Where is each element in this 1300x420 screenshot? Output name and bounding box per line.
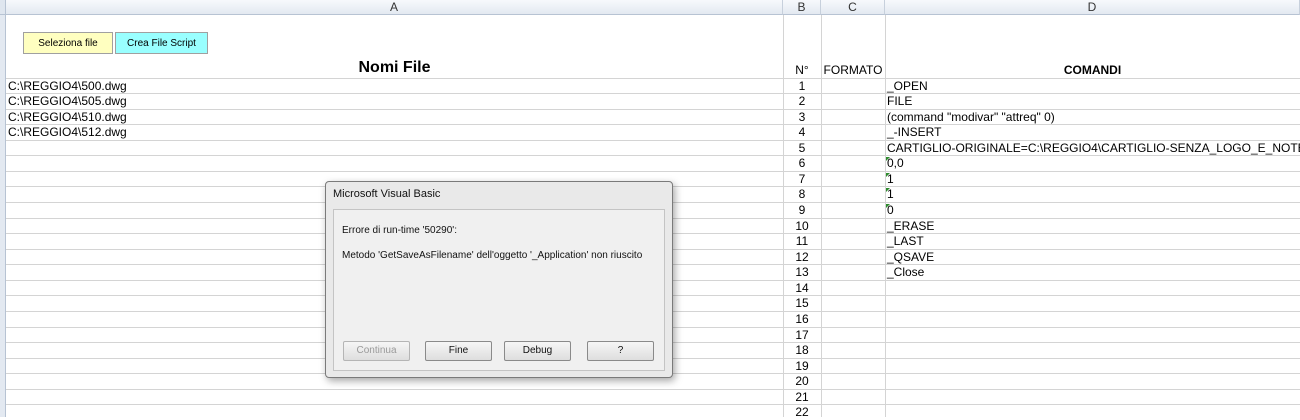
row-number-cell[interactable]: 14	[783, 281, 821, 296]
debug-button[interactable]: Debug	[504, 341, 571, 361]
text-number-marker-icon	[886, 188, 890, 192]
row-number-cell[interactable]: 8	[783, 187, 821, 202]
row-number-cell[interactable]: 3	[783, 110, 821, 125]
row-number-cell[interactable]: 10	[783, 219, 821, 234]
command-cell[interactable]: CARTIGLIO-ORIGINALE=C:\REGGIO4\CARTIGLIO…	[887, 141, 1300, 156]
command-cell[interactable]: (command "modivar" "attreq" 0)	[887, 110, 1055, 125]
row-header[interactable]	[0, 140, 6, 155]
row-header[interactable]	[0, 264, 6, 280]
command-cell[interactable]: _-INSERT	[887, 125, 941, 140]
dialog-error-message: Metodo 'GetSaveAsFilename' dell'oggetto …	[342, 250, 643, 261]
select-files-button[interactable]: Seleziona file	[23, 32, 113, 54]
nomi-file-header: Nomi File	[358, 59, 431, 76]
row-number-cell[interactable]: 13	[783, 265, 821, 280]
row-header[interactable]	[0, 93, 6, 109]
formato-header: FORMATO	[823, 63, 883, 77]
column-header-b[interactable]: B	[783, 0, 821, 15]
command-cell[interactable]: _ERASE	[887, 219, 934, 234]
file-cell[interactable]: C:\REGGIO4\505.dwg	[8, 94, 127, 109]
row-header[interactable]	[0, 155, 6, 171]
vba-error-dialog: Microsoft Visual Basic Errore di run-tim…	[325, 181, 673, 378]
row-header[interactable]	[0, 404, 6, 417]
row-number-cell[interactable]: 16	[783, 312, 821, 327]
row-number-cell[interactable]: 21	[783, 390, 821, 405]
command-cell[interactable]: _OPEN	[887, 79, 928, 94]
file-cell[interactable]: C:\REGGIO4\512.dwg	[8, 125, 127, 140]
row-header[interactable]	[0, 249, 6, 264]
file-cell[interactable]: C:\REGGIO4\500.dwg	[8, 79, 127, 94]
continue-button[interactable]: Continua	[343, 341, 410, 361]
row-gridline	[6, 109, 1300, 110]
comandi-header: COMANDI	[1063, 63, 1122, 77]
text-number-marker-icon	[886, 157, 890, 161]
row-number-cell[interactable]: 22	[783, 405, 821, 420]
row-number-cell[interactable]: 11	[783, 234, 821, 249]
row-number-cell[interactable]: 1	[783, 79, 821, 94]
column-header-d[interactable]: D	[885, 0, 1300, 15]
create-script-button[interactable]: Crea File Script	[115, 32, 208, 54]
row-header[interactable]	[0, 218, 6, 233]
dialog-body: Errore di run-time '50290': Metodo 'GetS…	[333, 209, 665, 371]
row-header[interactable]	[0, 327, 6, 342]
text-number-marker-icon	[886, 173, 890, 177]
row-number-cell[interactable]: 20	[783, 374, 821, 389]
n-header: N°	[795, 63, 809, 77]
command-cell[interactable]: _QSAVE	[887, 250, 934, 265]
row-number-cell[interactable]: 4	[783, 125, 821, 140]
command-cell[interactable]: _Close	[887, 265, 924, 280]
row-header[interactable]	[0, 233, 6, 249]
file-cell[interactable]: C:\REGGIO4\510.dwg	[8, 110, 127, 125]
row-header[interactable]	[0, 373, 6, 389]
row-number-cell[interactable]: 19	[783, 359, 821, 374]
command-cell[interactable]: FILE	[887, 94, 912, 109]
row-number-cell[interactable]: 6	[783, 156, 821, 171]
row-number-cell[interactable]: 7	[783, 172, 821, 187]
row-header[interactable]	[0, 202, 6, 218]
row-header[interactable]	[0, 280, 6, 295]
row-header[interactable]	[0, 389, 6, 404]
row-header[interactable]	[0, 311, 6, 327]
row-number-cell[interactable]: 15	[783, 296, 821, 311]
end-button[interactable]: Fine	[425, 341, 492, 361]
row-number-cell[interactable]: 5	[783, 141, 821, 156]
row-number-cell[interactable]: 2	[783, 94, 821, 109]
row-header[interactable]	[0, 186, 6, 202]
row-header[interactable]	[0, 78, 6, 93]
row-header[interactable]	[0, 171, 6, 186]
help-button[interactable]: ?	[587, 341, 654, 361]
row-gridline	[6, 404, 1300, 405]
column-header-a[interactable]: A	[6, 0, 783, 15]
row-gridline	[6, 171, 1300, 172]
row-header[interactable]	[0, 109, 6, 124]
row-header[interactable]	[0, 124, 6, 140]
column-header-c[interactable]: C	[821, 0, 885, 15]
row-number-cell[interactable]: 12	[783, 250, 821, 265]
dialog-title: Microsoft Visual Basic	[333, 188, 441, 200]
row-header[interactable]	[0, 358, 6, 373]
dialog-error-code: Errore di run-time '50290':	[342, 225, 457, 236]
row-number-cell[interactable]: 9	[783, 203, 821, 218]
row-gridline	[6, 78, 1300, 79]
row-header[interactable]	[0, 295, 6, 311]
row-number-cell[interactable]: 17	[783, 328, 821, 343]
row-header[interactable]	[0, 15, 6, 78]
row-gridline	[6, 124, 1300, 125]
row-gridline	[6, 93, 1300, 94]
row-number-cell[interactable]: 18	[783, 343, 821, 358]
command-cell[interactable]: _LAST	[887, 234, 924, 249]
row-gridline	[6, 389, 1300, 390]
row-header[interactable]	[0, 342, 6, 358]
text-number-marker-icon	[886, 204, 890, 208]
